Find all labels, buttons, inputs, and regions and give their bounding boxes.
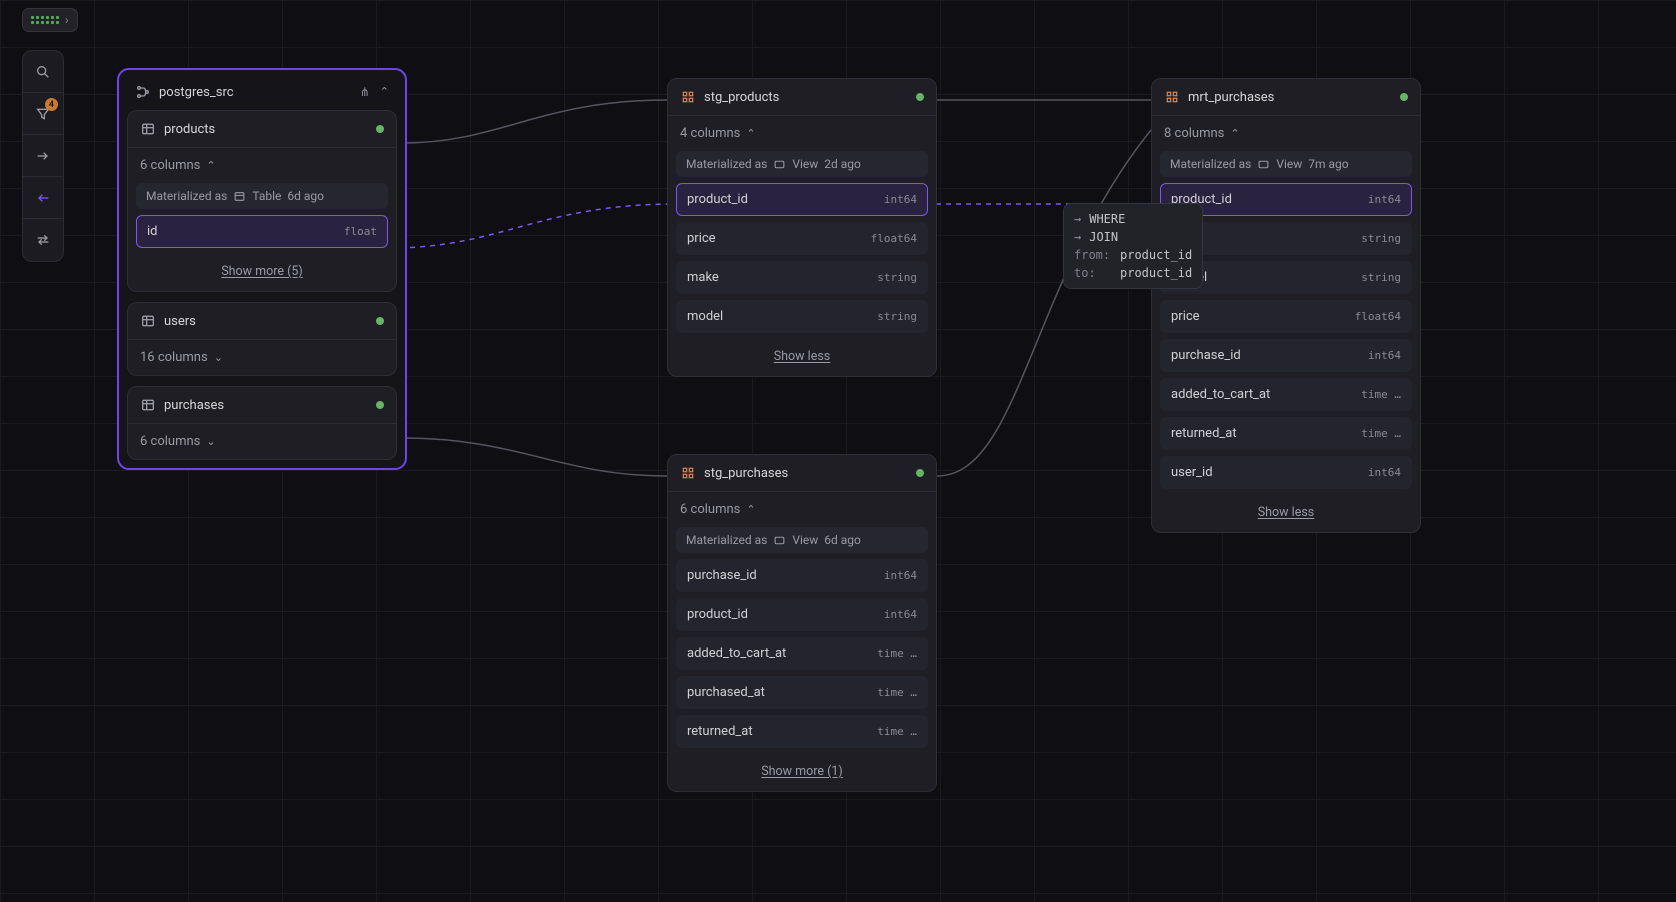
table-icon [140,313,156,329]
column-row[interactable]: makestring [676,261,928,294]
arrow-right-icon [35,148,51,164]
column-row-id[interactable]: id float [136,215,388,248]
column-row[interactable]: purchase_idint64 [676,559,928,592]
swap-icon [35,232,51,248]
node-title: products [164,122,368,137]
filter-badge: 4 [45,98,58,111]
source-header: postgres_src ⋔ ⌃ [127,78,397,110]
edge-tooltip: →WHERE →JOIN from:product_id to:product_… [1063,203,1203,289]
columns-summary[interactable]: 6 columns ⌃ [128,148,396,183]
chevron-right-icon: › [65,13,69,27]
show-less-link[interactable]: Show less [1152,495,1420,532]
back-button[interactable] [23,177,63,219]
branch-icon [135,84,151,100]
column-row[interactable]: pricefloat64 [676,222,928,255]
chevron-up-icon: ⌃ [1230,127,1239,140]
column-row[interactable]: pricefloat64 [1160,300,1412,333]
show-more-link[interactable]: Show more (1) [668,754,936,791]
filter-button[interactable]: 4 [23,93,63,135]
view-icon [773,158,786,171]
column-row[interactable]: returned_attime … [676,715,928,748]
status-dot [376,401,384,409]
status-dot [376,317,384,325]
model-icon [680,89,696,105]
status-dot [916,93,924,101]
table-icon [140,121,156,137]
column-row[interactable]: product_idint64 [676,598,928,631]
node-products[interactable]: products 6 columns ⌃ Materialized as Tab… [127,110,397,292]
columns-summary[interactable]: 8 columns ⌃ [1152,116,1420,151]
arrow-left-icon [35,190,51,206]
lineage-icon[interactable]: ⋔ [360,85,370,99]
model-icon [1164,89,1180,105]
node-users[interactable]: users 16 columns ⌄ [127,302,397,376]
chevron-up-icon: ⌃ [746,127,755,140]
show-less-link[interactable]: Show less [668,339,936,376]
chevron-up-icon: ⌃ [206,159,215,172]
column-row[interactable]: product_idint64 [676,183,928,216]
search-icon [35,64,51,80]
node-title: mrt_purchases [1188,90,1392,105]
app-icon [31,16,59,24]
chevron-up-icon[interactable]: ⌃ [380,85,389,99]
breadcrumb[interactable]: › [22,8,78,32]
column-row[interactable]: added_to_cart_attime … [676,637,928,670]
materialized-row: Materialized as View 7m ago [1160,151,1412,177]
chevron-up-icon: ⌃ [746,503,755,516]
source-group-postgres[interactable]: postgres_src ⋔ ⌃ products 6 columns ⌃ Ma… [117,68,407,470]
table-icon [233,190,246,203]
columns-summary[interactable]: 4 columns ⌃ [668,116,936,151]
search-button[interactable] [23,51,63,93]
show-more-link[interactable]: Show more (5) [128,254,396,291]
node-stg-purchases[interactable]: stg_purchases 6 columns ⌃ Materialized a… [667,454,937,792]
node-title: stg_products [704,90,908,105]
status-dot [1400,93,1408,101]
column-row[interactable]: purchase_idint64 [1160,339,1412,372]
arrow-right-icon: → [1074,212,1081,226]
status-dot [376,125,384,133]
node-stg-products[interactable]: stg_products 4 columns ⌃ Materialized as… [667,78,937,377]
canvas[interactable]: postgres_src ⋔ ⌃ products 6 columns ⌃ Ma… [0,0,1676,902]
node-mrt-purchases[interactable]: mrt_purchases 8 columns ⌃ Materialized a… [1151,78,1421,533]
model-icon [680,465,696,481]
view-icon [773,534,786,547]
chevron-down-icon: ⌄ [206,435,215,448]
chevron-down-icon: ⌄ [214,351,223,364]
node-purchases[interactable]: purchases 6 columns ⌄ [127,386,397,460]
materialized-row: Materialized as View 6d ago [676,527,928,553]
node-title: users [164,314,368,329]
swap-button[interactable] [23,219,63,261]
source-title: postgres_src [159,85,234,100]
column-row[interactable]: user_idint64 [1160,456,1412,489]
node-title: purchases [164,398,368,413]
column-row[interactable]: modelstring [676,300,928,333]
forward-button[interactable] [23,135,63,177]
materialized-row: Materialized as View 2d ago [676,151,928,177]
table-icon [140,397,156,413]
view-icon [1257,158,1270,171]
arrow-right-icon: → [1074,230,1081,244]
column-row[interactable]: purchased_attime … [676,676,928,709]
materialized-row: Materialized as Table 6d ago [136,183,388,209]
columns-summary[interactable]: 16 columns ⌄ [128,340,396,375]
columns-summary[interactable]: 6 columns ⌄ [128,424,396,459]
column-row[interactable]: returned_attime … [1160,417,1412,450]
status-dot [916,469,924,477]
node-title: stg_purchases [704,466,908,481]
columns-summary[interactable]: 6 columns ⌃ [668,492,936,527]
column-row[interactable]: added_to_cart_attime … [1160,378,1412,411]
toolbar-sidebar: 4 [22,50,64,262]
